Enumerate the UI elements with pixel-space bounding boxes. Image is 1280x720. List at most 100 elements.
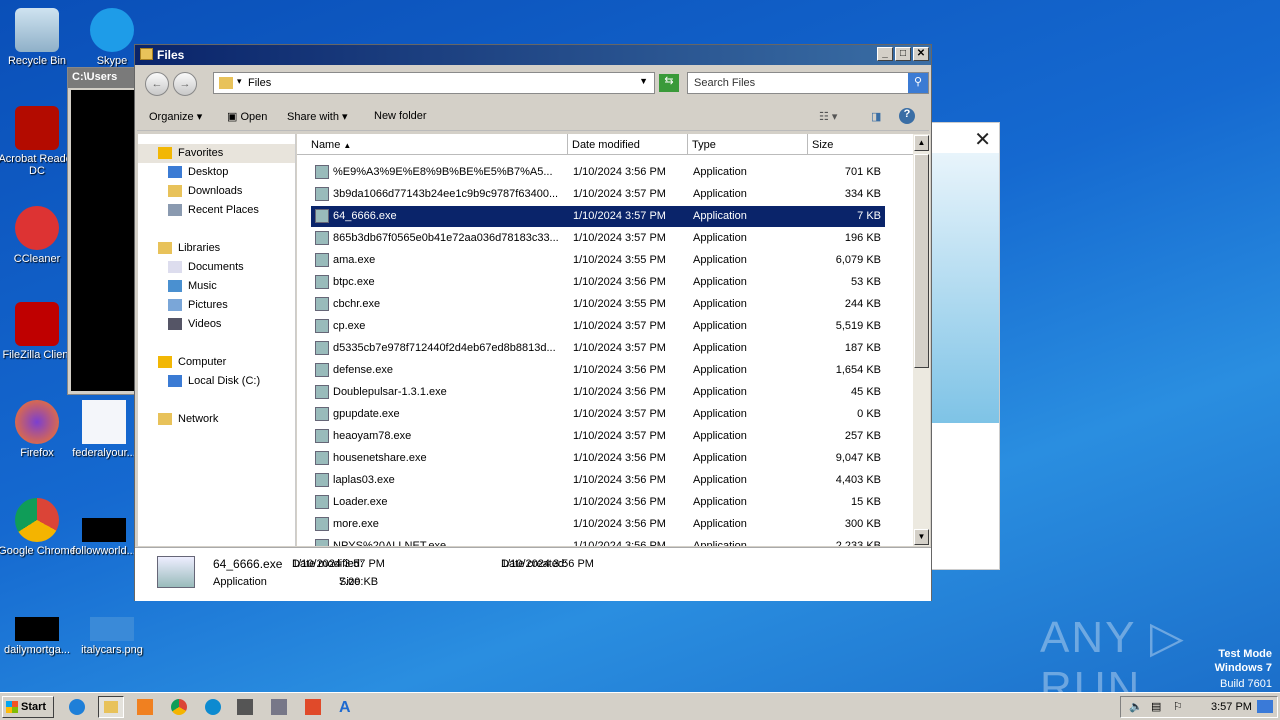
back-button[interactable]: ← [145,72,169,96]
file-type: Application [693,342,747,354]
file-row[interactable]: NPYS%20ALLNET.exe 1/10/2024 3:56 PM Applic… [311,536,885,546]
app-taskbar-icon[interactable] [268,696,294,718]
nav-item-local-disk-c-[interactable]: Local Disk (C:) [138,372,295,391]
file-date: 1/10/2024 3:56 PM [573,518,666,530]
file-row[interactable]: cp.exe 1/10/2024 3:57 PM Application 5,519 … [311,316,885,337]
organize-button[interactable]: Organize ▾ [149,110,202,123]
file-row[interactable]: 64_6666.exe 1/10/2024 3:57 PM Application 7… [311,206,885,227]
file-row[interactable]: cbchr.exe 1/10/2024 3:55 PM Application 244… [311,294,885,315]
file-row[interactable]: btpc.exe 1/10/2024 3:56 PM Application 53 K… [311,272,885,293]
scroll-up-icon[interactable]: ▲ [914,135,929,151]
nav-item-label: Libraries [178,242,221,254]
column-type[interactable]: Type [688,134,808,155]
file-row[interactable]: Loader.exe 1/10/2024 3:56 PM Application 15… [311,492,885,513]
nav-item-desktop[interactable]: Desktop [138,163,295,182]
file-row[interactable]: %E9%A3%9E%E8%9B%BE%E5%B7%A5... 1/10/2024 … [311,162,885,183]
desktop-icon-followworld[interactable]: followworld... [64,518,144,557]
volume-icon[interactable]: 🔈 [1129,700,1143,713]
nav-item-music[interactable]: Music [138,277,295,296]
scroll-down-icon[interactable]: ▼ [914,529,929,545]
nav-item-videos[interactable]: Videos [138,315,295,334]
view-options-icon[interactable]: ☷ ▾ [819,110,837,123]
column-size[interactable]: Size [808,134,913,155]
new-folder-button[interactable]: New folder [374,110,427,122]
desktop-icon-ccleaner[interactable]: CCleaner [0,206,77,265]
media-player-taskbar-icon[interactable] [134,696,160,718]
preview-pane-icon[interactable]: ◨ [871,110,881,123]
network-icon[interactable]: ▤ [1151,700,1161,713]
edge-taskbar-icon[interactable] [202,696,228,718]
file-row[interactable]: gpupdate.exe 1/10/2024 3:57 PM Application… [311,404,885,425]
app-taskbar-icon[interactable] [234,696,260,718]
file-type: Application [693,496,747,508]
explorer-window[interactable]: Files _ □ ✕ ← → ▾ Files ▼ ⇆ Search Files ⚲ Or… [134,44,932,601]
file-row[interactable]: defense.exe 1/10/2024 3:56 PM Application 1… [311,360,885,381]
help-icon[interactable]: ? [899,108,915,124]
taskbar: Start A 🔈 ▤ ⚐ 3:57 PM [0,692,1280,720]
scroll-thumb[interactable] [914,154,929,368]
file-row[interactable]: ama.exe 1/10/2024 3:55 PM Application 6,079… [311,250,885,271]
file-name: housenetshare.exe [333,452,427,464]
desktop-icon-acrobat[interactable]: Acrobat Reader DC [0,106,77,177]
nav-item-favorites[interactable]: Favorites [138,144,295,163]
desktop-icon-recycle-bin[interactable]: Recycle Bin [0,8,77,67]
acrobat-icon [15,106,59,150]
file-row[interactable]: d5335cb7e978f712440f2d4eb67ed8b8813d... 1… [311,338,885,359]
file-name: cp.exe [333,320,366,332]
console-window[interactable]: C:\Users [67,67,137,395]
maximize-button[interactable]: □ [895,47,911,61]
clock[interactable]: 3:57 PM [1211,701,1252,713]
explorer-taskbar-icon[interactable] [98,696,124,718]
title-bar[interactable]: Files _ □ ✕ [135,45,931,65]
chrome-taskbar-icon[interactable] [168,696,194,718]
nav-item-downloads[interactable]: Downloads [138,182,295,201]
desktop-icon-federalyour[interactable]: federalyour... [64,400,144,459]
nav-item-icon [168,185,182,197]
column-name[interactable]: Name ▲ [297,134,568,155]
file-row[interactable]: laplas03.exe 1/10/2024 3:56 PM Application… [311,470,885,491]
share-with-button[interactable]: Share with ▾ [287,110,348,123]
desktop-icon-filezilla[interactable]: FileZilla Client [0,302,77,361]
file-row[interactable]: Doublepulsar-1.3.1.exe 1/10/2024 3:56 PM A… [311,382,885,403]
address-bar[interactable]: ▾ Files ▼ [213,72,655,94]
search-icon[interactable]: ⚲ [908,73,928,93]
chevron-down-icon[interactable]: ▼ [639,76,648,86]
breadcrumb: Files [248,77,272,89]
show-desktop-icon[interactable] [1257,700,1273,713]
vertical-scrollbar[interactable]: ▲ ▼ [913,134,930,546]
search-input[interactable]: Search Files ⚲ [687,72,929,94]
file-row[interactable]: heaoyam78.exe 1/10/2024 3:57 PM Applicatio… [311,426,885,447]
nav-item-recent-places[interactable]: Recent Places [138,201,295,220]
start-button[interactable]: Start [2,696,54,718]
ie-taskbar-icon[interactable] [66,696,92,718]
application-icon [315,253,329,267]
open-button[interactable]: ▣ Open [227,110,267,123]
app-taskbar-icon[interactable] [302,696,328,718]
details-type: Application [213,576,267,588]
file-row[interactable]: housenetshare.exe 1/10/2024 3:56 PM Applic… [311,448,885,469]
refresh-icon[interactable]: ⇆ [659,74,679,92]
file-name: 3b9da1066d77143b24ee1c9b9c9787f63400... [333,188,559,200]
forward-button[interactable]: → [173,72,197,96]
app-taskbar-icon[interactable]: A [336,696,362,718]
file-row[interactable]: more.exe 1/10/2024 3:56 PM Application 300 … [311,514,885,535]
close-button[interactable]: ✕ [913,47,929,61]
file-row[interactable]: 3b9da1066d77143b24ee1c9b9c9787f63400... 1… [311,184,885,205]
file-row[interactable]: 865b3db67f0565e0b41e72aa036d78183c33... 1… [311,228,885,249]
nav-item-libraries[interactable]: Libraries [138,239,295,258]
nav-item-computer[interactable]: Computer [138,353,295,372]
minimize-button[interactable]: _ [877,47,893,61]
nav-item-pictures[interactable]: Pictures [138,296,295,315]
nav-item-network[interactable]: Network [138,410,295,429]
windows-logo-icon [6,701,18,713]
desktop-icon-dailymortga[interactable]: dailymortga... [0,617,77,656]
desktop-icon-italycars[interactable]: italycars.png [72,617,152,656]
file-date: 1/10/2024 3:55 PM [573,298,666,310]
action-center-flag-icon[interactable]: ⚐ [1173,700,1183,713]
file-type: Application [693,364,747,376]
nav-item-documents[interactable]: Documents [138,258,295,277]
close-icon[interactable]: ✕ [974,127,991,152]
file-list[interactable]: Name ▲ Date modified Type Size %E9%A3%9E… [297,134,913,546]
column-date-modified[interactable]: Date modified [568,134,688,155]
background-dialog[interactable]: ✕ [925,122,1000,570]
